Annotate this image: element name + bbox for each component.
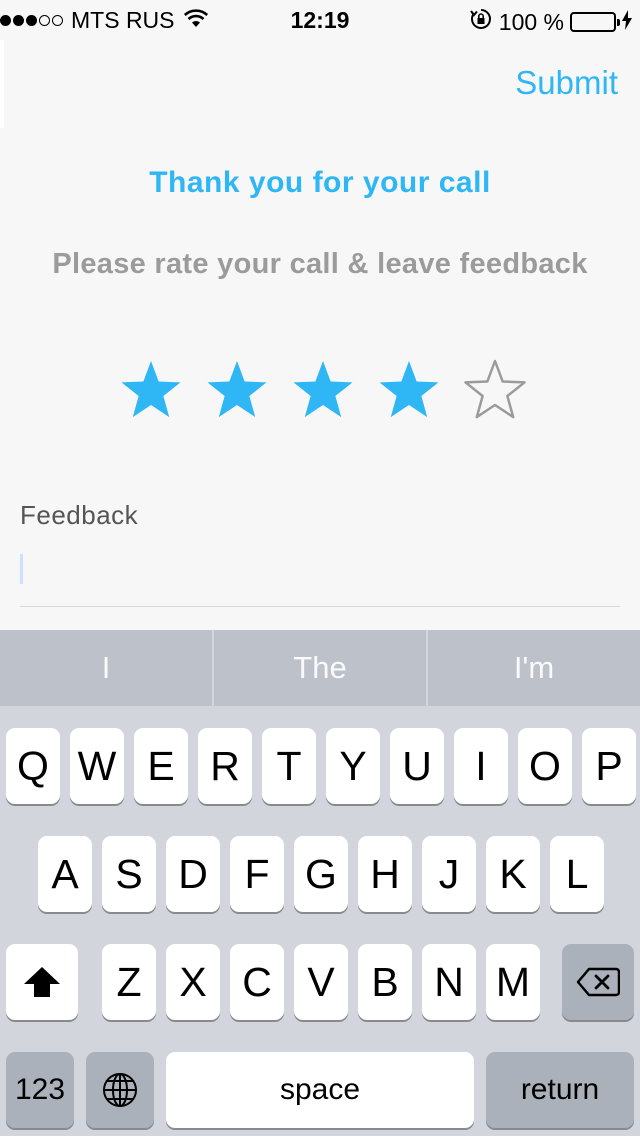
key-v[interactable]: V — [294, 944, 348, 1020]
battery-percent: 100 % — [498, 8, 564, 35]
star-filled-icon[interactable] — [118, 356, 184, 422]
key-w-label: W — [77, 742, 117, 789]
key-a[interactable]: A — [38, 836, 92, 912]
key-z-label: Z — [116, 958, 142, 1005]
key-r[interactable]: R — [198, 728, 252, 804]
key-u-label: U — [402, 742, 432, 789]
key-b-label: B — [371, 958, 399, 1005]
key-n-label: N — [434, 958, 464, 1005]
star-filled-icon[interactable] — [376, 356, 442, 422]
star-filled-icon[interactable] — [290, 356, 356, 422]
key-e[interactable]: E — [134, 728, 188, 804]
key-g-label: G — [305, 850, 337, 897]
key-e-label: E — [147, 742, 175, 789]
key-w[interactable]: W — [70, 728, 124, 804]
key-g[interactable]: G — [294, 836, 348, 912]
nav-edge — [0, 40, 4, 128]
status-right: 100 % — [469, 7, 632, 37]
suggestion-bar: I The I'm — [0, 630, 640, 706]
key-h[interactable]: H — [358, 836, 412, 912]
key-y-label: Y — [339, 742, 367, 789]
rating-prompt: Please rate your call & leave feedback — [52, 248, 588, 280]
key-r-label: R — [210, 742, 240, 789]
key-f[interactable]: F — [230, 836, 284, 912]
key-m[interactable]: M — [486, 944, 540, 1020]
key-s-label: S — [115, 850, 143, 897]
key-c-label: C — [242, 958, 272, 1005]
numbers-key-label: 123 — [14, 1073, 66, 1106]
key-d[interactable]: D — [166, 836, 220, 912]
key-o-label: O — [529, 742, 561, 789]
globe-key[interactable] — [86, 1052, 154, 1128]
key-n[interactable]: N — [422, 944, 476, 1020]
key-f-label: F — [244, 850, 270, 897]
key-y[interactable]: Y — [326, 728, 380, 804]
space-key[interactable]: space — [166, 1052, 474, 1128]
globe-icon — [103, 1073, 137, 1107]
key-p-label: P — [595, 742, 623, 789]
key-j-label: J — [438, 850, 460, 897]
key-j[interactable]: J — [422, 836, 476, 912]
key-t-label: T — [276, 742, 302, 789]
page-title: Thank you for your call — [149, 166, 491, 199]
star-filled-icon[interactable] — [204, 356, 270, 422]
keyboard: I The I'm Q W E R T Y U I O P A S D F G H J K L Z X C V B N M 123 s… — [0, 630, 640, 1136]
key-q-label: Q — [17, 742, 49, 789]
key-k[interactable]: K — [486, 836, 540, 912]
key-h-label: H — [370, 850, 400, 897]
key-s[interactable]: S — [102, 836, 156, 912]
key-l[interactable]: L — [550, 836, 604, 912]
key-l-label: L — [565, 850, 589, 897]
shift-icon — [24, 967, 60, 997]
feedback-input[interactable] — [20, 546, 620, 607]
star-empty-icon[interactable] — [462, 356, 528, 422]
key-p[interactable]: P — [582, 728, 636, 804]
key-u[interactable]: U — [390, 728, 444, 804]
return-key[interactable]: return — [486, 1052, 634, 1128]
status-bar: MTS RUS 12:19 100 % — [0, 0, 640, 40]
key-c[interactable]: C — [230, 944, 284, 1020]
key-t[interactable]: T — [262, 728, 316, 804]
delete-key[interactable] — [562, 944, 634, 1020]
space-key-label: space — [279, 1073, 361, 1106]
key-x-label: X — [179, 958, 207, 1005]
key-m-label: M — [495, 958, 531, 1005]
backspace-icon — [576, 967, 620, 997]
charging-icon — [622, 9, 632, 36]
battery-icon — [570, 12, 620, 32]
key-i-label: I — [475, 742, 487, 789]
key-v-label: V — [307, 958, 335, 1005]
suggestion-3[interactable]: I'm — [426, 630, 640, 706]
key-a-label: A — [51, 850, 79, 897]
key-b[interactable]: B — [358, 944, 412, 1020]
key-q[interactable]: Q — [6, 728, 60, 804]
submit-button[interactable]: Submit — [515, 64, 618, 102]
shift-key[interactable] — [6, 944, 78, 1020]
suggestion-2[interactable]: The — [212, 630, 426, 706]
key-k-label: K — [499, 850, 527, 897]
star-rating[interactable] — [118, 356, 528, 426]
key-d-label: D — [178, 850, 208, 897]
key-x[interactable]: X — [166, 944, 220, 1020]
key-i[interactable]: I — [454, 728, 508, 804]
rotation-lock-icon — [469, 7, 493, 37]
text-cursor — [20, 554, 23, 584]
suggestion-1[interactable]: I — [0, 630, 212, 706]
key-z[interactable]: Z — [102, 944, 156, 1020]
feedback-label: Feedback — [20, 500, 139, 530]
key-o[interactable]: O — [518, 728, 572, 804]
return-key-label: return — [520, 1073, 600, 1106]
numbers-key[interactable]: 123 — [6, 1052, 74, 1128]
